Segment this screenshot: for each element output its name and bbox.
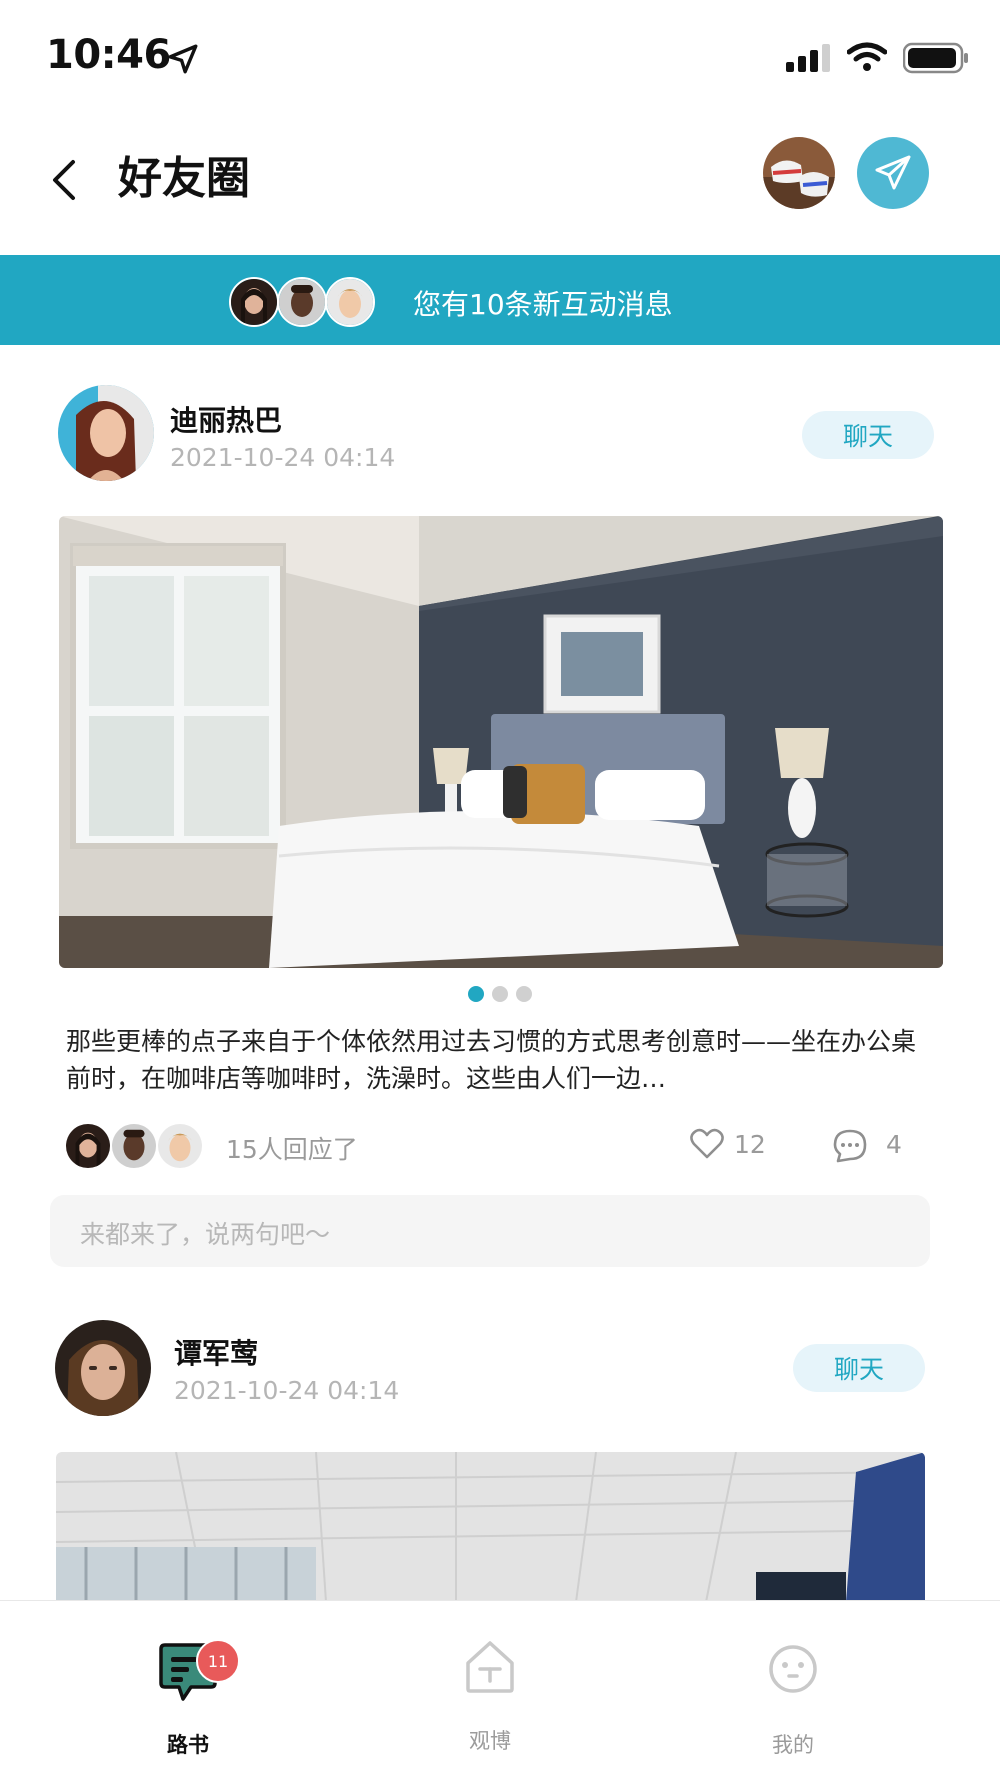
paper-plane-icon xyxy=(875,155,911,190)
avatar xyxy=(229,277,279,327)
user-avatar[interactable] xyxy=(763,137,835,209)
carousel-dot[interactable] xyxy=(516,986,532,1002)
post-time: 2021-10-24 04:14 xyxy=(170,443,396,472)
location-arrow-icon xyxy=(166,42,200,80)
office-photo xyxy=(56,1452,925,1602)
post-text[interactable]: 那些更棒的点子来自于个体依然用过去习惯的方式思考创意时——坐在办公桌前时，在咖啡… xyxy=(66,1023,936,1097)
comment-bubble-icon[interactable] xyxy=(832,1128,868,1168)
comment-count: 4 xyxy=(886,1130,902,1159)
post-image[interactable] xyxy=(59,516,943,968)
battery-icon xyxy=(902,42,969,78)
back-button[interactable] xyxy=(44,150,84,210)
face-icon xyxy=(767,1643,819,1699)
comment-input[interactable]: 来都来了，说两句吧～ xyxy=(50,1195,930,1267)
responder-avatars[interactable] xyxy=(64,1122,204,1170)
carousel-dot[interactable] xyxy=(492,986,508,1002)
signal-icon xyxy=(786,44,834,76)
tab-label: 观博 xyxy=(469,1729,511,1753)
author-name[interactable]: 迪丽热巴 xyxy=(170,399,282,439)
page-title: 好友圈 xyxy=(118,153,250,204)
status-bar: 10:46 xyxy=(0,0,1000,110)
back-chevron-icon xyxy=(53,160,75,200)
like-count: 12 xyxy=(734,1130,766,1159)
chat-button[interactable]: 聊天 xyxy=(793,1344,925,1392)
tab-guanbo[interactable]: 观博 xyxy=(400,1601,580,1779)
avatar xyxy=(64,1122,112,1170)
avatar xyxy=(110,1122,158,1170)
app-header: 好友圈 xyxy=(0,110,1000,254)
avatar xyxy=(277,277,327,327)
tab-lushu[interactable]: 路书 xyxy=(98,1601,278,1779)
interaction-banner[interactable]: 您有10条新互动消息 xyxy=(0,255,1000,345)
post-header: 迪丽热巴 2021-10-24 04:14 聊天 xyxy=(0,385,1000,485)
post-header: 谭军莺 2021-10-24 04:14 聊天 xyxy=(0,1318,1000,1418)
banner-text: 您有10条新互动消息 xyxy=(413,288,673,321)
carousel-dots[interactable] xyxy=(468,986,532,1002)
wifi-icon xyxy=(846,42,888,76)
send-button[interactable] xyxy=(857,137,929,209)
author-name[interactable]: 谭军莺 xyxy=(174,1332,258,1372)
unread-badge: 11 xyxy=(196,1639,240,1683)
chat-button[interactable]: 聊天 xyxy=(802,411,934,459)
heart-icon[interactable] xyxy=(690,1128,724,1164)
response-count[interactable]: 15人回应了 xyxy=(226,1130,358,1166)
tab-label: 路书 xyxy=(167,1733,209,1757)
tab-bar: 路书 11 观博 我的 xyxy=(0,1600,1000,1779)
author-avatar[interactable] xyxy=(58,385,154,481)
avatar xyxy=(325,277,375,327)
post-image[interactable] xyxy=(56,1452,925,1602)
bedroom-photo xyxy=(59,516,943,968)
post-reactions: 15人回应了 12 4 xyxy=(64,1122,944,1172)
banner-avatars xyxy=(229,277,375,327)
house-icon xyxy=(464,1639,516,1699)
avatar xyxy=(156,1122,204,1170)
comment-placeholder: 来都来了，说两句吧～ xyxy=(80,1220,331,1249)
tab-label: 我的 xyxy=(772,1733,814,1757)
status-time: 10:46 xyxy=(46,32,171,78)
author-avatar[interactable] xyxy=(55,1320,151,1416)
carousel-dot[interactable] xyxy=(468,986,484,1002)
post-time: 2021-10-24 04:14 xyxy=(174,1376,400,1405)
tab-wode[interactable]: 我的 xyxy=(703,1601,883,1779)
